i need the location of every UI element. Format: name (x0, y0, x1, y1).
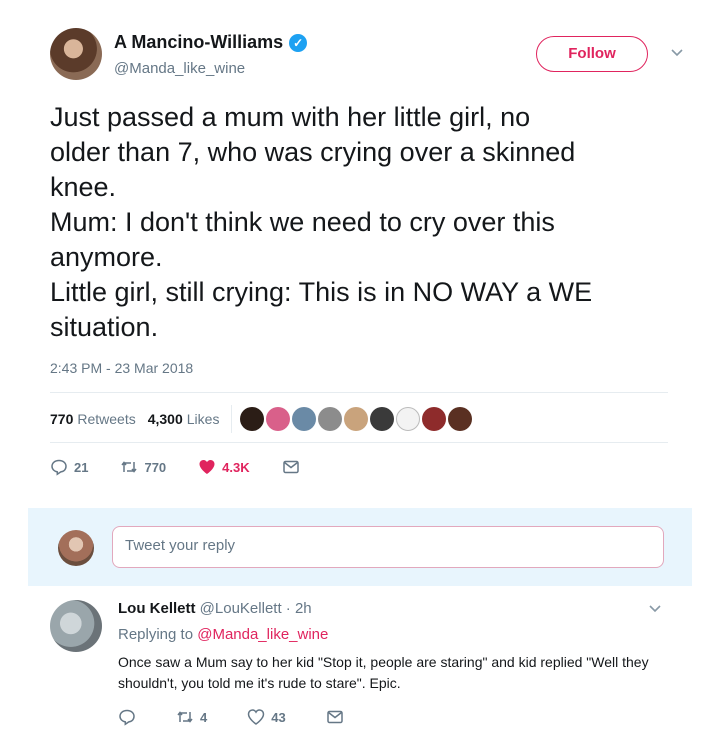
liker-avatar[interactable] (292, 407, 317, 431)
reply-tweet: Lou Kellett @LouKellett · 2h Replying to… (28, 586, 692, 751)
likers-avatars (240, 407, 473, 431)
avatar[interactable] (58, 530, 94, 566)
message-action[interactable] (282, 458, 300, 476)
chevron-down-icon[interactable] (648, 602, 662, 619)
divider (50, 442, 668, 443)
tweet-card: A Mancino-Williams ✓ @Manda_like_wine Fo… (28, 0, 692, 751)
follow-button[interactable]: Follow (536, 36, 648, 72)
likes-label[interactable]: Likes (187, 411, 220, 427)
liker-avatar[interactable] (318, 407, 343, 431)
reply-action[interactable] (118, 708, 136, 726)
retweet-action[interactable]: 4 (176, 708, 207, 726)
tweet-actions: 21 770 4.3K (50, 458, 332, 476)
replying-to: Replying to @Manda_like_wine (118, 626, 328, 643)
reply-text: Once saw a Mum say to her kid "Stop it, … (118, 654, 649, 691)
retweet-action[interactable]: 770 (120, 458, 166, 476)
retweets-count[interactable]: 770 (50, 411, 73, 427)
envelope-icon (282, 460, 299, 474)
retweet-count: 4 (200, 709, 208, 725)
divider (231, 405, 233, 433)
retweet-icon (177, 711, 193, 723)
reply-name-line: Lou Kellett @LouKellett · 2h (118, 600, 312, 617)
replying-prefix: Replying to (118, 626, 198, 643)
handle[interactable]: @Manda_like_wine (114, 60, 245, 77)
heart-icon (199, 460, 215, 474)
chevron-down-icon[interactable] (670, 46, 683, 58)
reply-count: 21 (74, 459, 89, 475)
reply-handle[interactable]: @LouKellett · 2h (200, 600, 312, 617)
display-name[interactable]: A Mancino-Williams (114, 32, 283, 53)
avatar[interactable] (50, 600, 102, 652)
liker-avatar[interactable] (344, 407, 369, 431)
mention-link[interactable]: @Manda_like_wine (197, 626, 328, 643)
liker-avatar[interactable] (370, 407, 395, 431)
reply-action[interactable]: 21 (50, 458, 88, 476)
likes-count[interactable]: 4,300 (148, 411, 183, 427)
like-action[interactable]: 4.3K (198, 458, 250, 476)
like-action[interactable]: 43 (247, 708, 286, 726)
reply-icon (51, 459, 67, 476)
tweet-timestamp[interactable]: 2:43 PM - 23 Mar 2018 (50, 360, 193, 376)
reply-input[interactable]: Tweet your reply (112, 526, 664, 568)
envelope-icon (326, 710, 343, 724)
liker-avatar[interactable] (266, 407, 291, 431)
retweets-label[interactable]: Retweets (77, 411, 135, 427)
heart-icon (247, 709, 265, 725)
reply-composer: Tweet your reply (28, 508, 692, 586)
reply-display-name[interactable]: Lou Kellett (118, 600, 196, 617)
name-line: A Mancino-Williams ✓ (114, 32, 308, 53)
liker-avatar[interactable] (448, 407, 473, 431)
reply-actions: 4 43 (118, 708, 384, 726)
verified-icon: ✓ (289, 33, 308, 52)
message-action[interactable] (326, 708, 344, 726)
tweet-stats: 770 Retweets 4,300 Likes (50, 405, 473, 433)
avatar[interactable] (50, 28, 102, 80)
tweet-header: A Mancino-Williams ✓ @Manda_like_wine Fo… (50, 28, 683, 84)
retweet-count: 770 (144, 459, 167, 475)
like-count: 4.3K (222, 459, 250, 475)
liker-avatar[interactable] (422, 407, 447, 431)
divider (50, 392, 668, 393)
reply-icon (119, 709, 135, 726)
retweet-icon (121, 461, 138, 473)
tweet-text: Just passed a mum with her little girl, … (50, 102, 593, 342)
like-count: 43 (271, 709, 286, 725)
liker-avatar[interactable] (240, 407, 265, 431)
liker-avatar[interactable] (396, 407, 421, 431)
